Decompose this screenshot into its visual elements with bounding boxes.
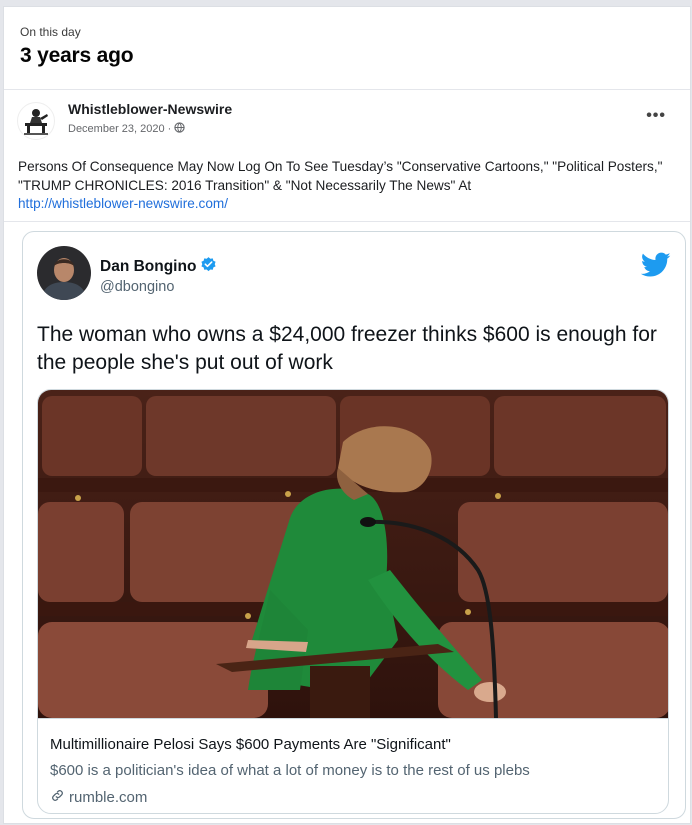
meta-separator: · xyxy=(167,123,172,135)
tweet-author-label: Dan Bongino xyxy=(100,258,197,275)
card-title: Multimillionaire Pelosi Says $600 Paymen… xyxy=(50,736,451,753)
divider xyxy=(4,221,690,222)
tweet-avatar[interactable] xyxy=(37,246,91,300)
memory-header: On this day 3 years ago xyxy=(20,25,134,68)
tweet-author-name[interactable]: Dan Bongino xyxy=(100,256,217,278)
post-text: Persons Of Consequence May Now Log On To… xyxy=(18,159,663,193)
card-thumbnail-image xyxy=(38,390,668,719)
twitter-bird-icon[interactable] xyxy=(640,252,671,278)
page-avatar[interactable] xyxy=(16,101,56,141)
card-domain-label: rumble.com xyxy=(69,789,148,806)
divider xyxy=(4,89,690,90)
post-header: Whistleblower-Newswire December 23, 2020… xyxy=(16,97,678,147)
card-domain: rumble.com xyxy=(50,788,147,807)
card-description: $600 is a politician's idea of what a lo… xyxy=(50,762,530,779)
memory-post-card: On this day 3 years ago Whistleblower-Ne… xyxy=(3,6,691,824)
post-date-link[interactable]: December 23, 2020 xyxy=(68,123,165,135)
card-body: Multimillionaire Pelosi Says $600 Paymen… xyxy=(38,718,668,813)
tweet-author-handle[interactable]: @dbongino xyxy=(100,279,174,295)
embedded-tweet[interactable]: Dan Bongino @dbongino The woman who owns… xyxy=(22,231,686,819)
verified-badge-icon xyxy=(200,256,217,278)
link-icon xyxy=(50,788,65,807)
memory-subtitle: On this day xyxy=(20,25,81,39)
link-preview-card[interactable]: Multimillionaire Pelosi Says $600 Paymen… xyxy=(37,389,669,814)
tweet-text: The woman who owns a $24,000 freezer thi… xyxy=(37,323,657,374)
globe-icon xyxy=(174,122,185,136)
post-link[interactable]: http://whistleblower-newswire.com/ xyxy=(18,196,228,211)
more-options-button[interactable]: ••• xyxy=(646,107,666,125)
memory-title: 3 years ago xyxy=(20,44,134,67)
post-meta: December 23, 2020 · xyxy=(68,122,185,136)
page-name-link[interactable]: Whistleblower-Newswire xyxy=(68,101,232,117)
